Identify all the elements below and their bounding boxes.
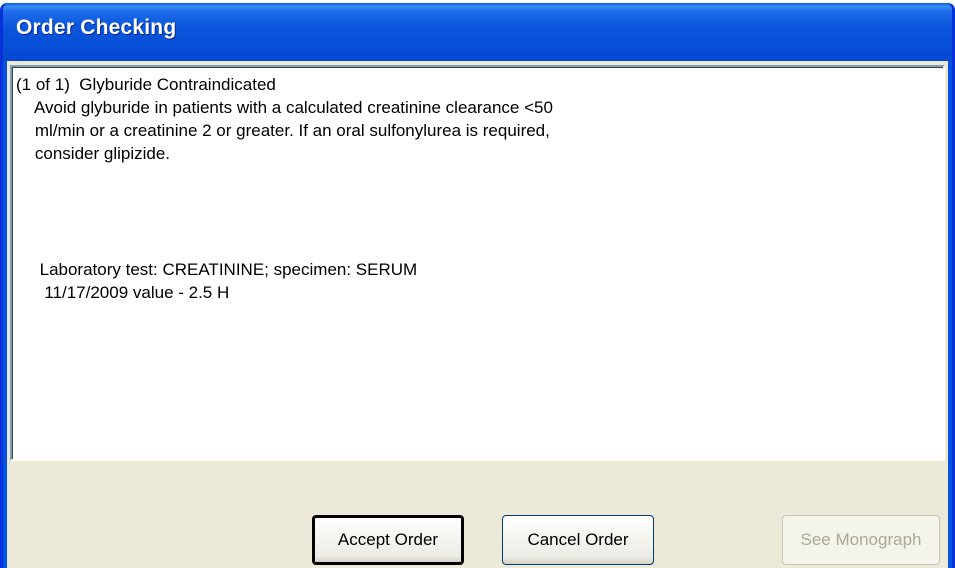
message-line-warning-1: Avoid glyburide in patients with a calcu… bbox=[16, 98, 553, 117]
cancel-order-button[interactable]: Cancel Order bbox=[502, 515, 654, 565]
accept-order-button[interactable]: Accept Order bbox=[312, 515, 464, 565]
order-check-message-box[interactable]: (1 of 1) Glyburide Contraindicated Avoid… bbox=[10, 65, 945, 461]
message-line-header: (1 of 1) Glyburide Contraindicated bbox=[16, 75, 276, 94]
screen: Order Checking (1 of 1) Glyburide Contra… bbox=[0, 0, 955, 568]
window-title: Order Checking bbox=[16, 16, 177, 39]
message-line-lab-test: Laboratory test: CREATININE; specimen: S… bbox=[16, 260, 418, 279]
message-line-warning-3: consider glipizide. bbox=[16, 144, 171, 163]
see-monograph-button[interactable]: See Monograph bbox=[782, 515, 940, 565]
title-bar[interactable]: Order Checking bbox=[3, 3, 952, 61]
order-checking-dialog: Order Checking (1 of 1) Glyburide Contra… bbox=[0, 3, 955, 568]
message-line-warning-2: ml/min or a creatinine 2 or greater. If … bbox=[16, 121, 550, 140]
dialog-body: (1 of 1) Glyburide Contraindicated Avoid… bbox=[7, 61, 948, 568]
message-line-lab-value: 11/17/2009 value - 2.5 H bbox=[16, 283, 230, 302]
